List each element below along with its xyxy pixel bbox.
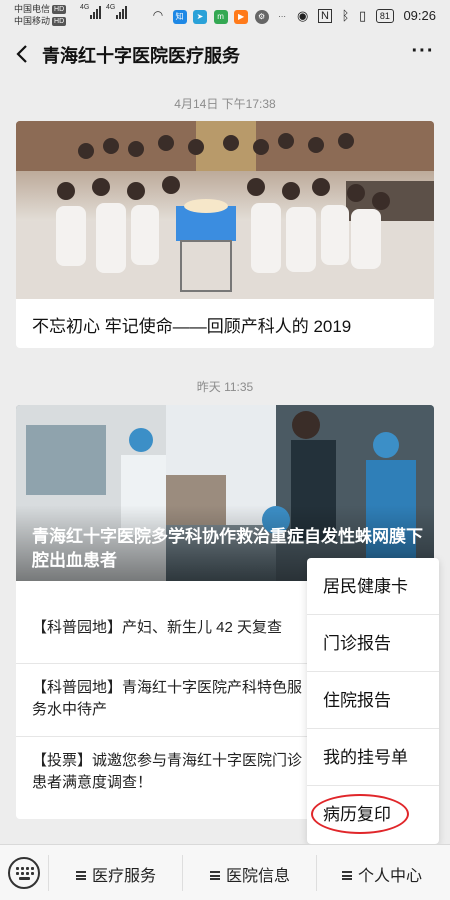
menu-item-health-card[interactable]: 居民健康卡 [307,558,439,615]
page-title: 青海红十字医院医疗服务 [42,46,240,66]
menu-item-inpatient-report[interactable]: 住院报告 [307,672,439,729]
menu-hospital-info[interactable]: 医院信息 [210,862,290,886]
carrier-1: 中国电信 [14,4,51,14]
article-card[interactable]: 不忘初心 牢记使命——回顾产科人的 2019 [16,121,434,348]
zhihu-icon: 知 [172,10,187,24]
vibrate-icon: ▯ [359,7,367,23]
notification-icons: ◠ 知 ➤ m ▶ ⚙ ··· [150,8,293,24]
carrier-2: 中国移动 [14,16,51,26]
menu-item-record-copy[interactable]: 病历复印 [307,786,439,843]
menu-personal-center[interactable]: 个人中心 [342,862,422,886]
list-item[interactable]: 【科普园地】青海红十字医院产科特色服务水中待产 [32,677,302,721]
eye-icon: ◉ [297,7,309,23]
keyboard-toggle-icon[interactable] [8,857,40,889]
back-button[interactable] [10,40,38,68]
submenu-popup: 居民健康卡 门诊报告 住院报告 我的挂号单 病历复印 [307,558,439,844]
carrier-info: 中国电信 HD 中国移动 HD [14,3,67,27]
message-timestamp: 昨天 11:35 [196,380,254,394]
list-item[interactable]: 【投票】诚邀您参与青海红十字医院门诊患者满意度调查！ [32,750,302,794]
status-bar: 中国电信 HD 中国移动 HD 4G 4G ◠ 知 ➤ m ▶ ⚙ ··· ◉ N … [0,0,450,30]
highlight-circle [311,794,409,834]
menu-item-outpatient-report[interactable]: 门诊报告 [307,615,439,672]
hd-badge: HD [52,17,67,26]
bluetooth-icon: ᛒ [341,8,350,24]
group-photo [16,121,434,299]
hd-badge: HD [52,5,67,14]
dots-icon: ··· [278,12,287,21]
signal-icon: 4G [80,4,102,19]
article-title[interactable]: 不忘初心 牢记使命——回顾产科人的 2019 [32,312,351,337]
menu-icon [342,871,352,880]
list-item[interactable]: 【科普园地】产妇、新生儿 42 天复查 [32,617,302,639]
nav-bar: 青海红十字医院医疗服务 ··· [0,30,450,78]
more-button[interactable]: ··· [408,38,438,68]
bottom-menu: 医疗服务 医院信息 个人中心 [0,844,450,900]
menu-icon [210,871,220,880]
video-icon: ▶ [234,10,249,24]
chevron-left-icon [16,45,27,63]
menu-medical-services[interactable]: 医疗服务 [76,862,156,886]
settings-icon: ⚙ [254,10,269,24]
menu-icon [76,871,86,880]
battery-icon: 81 [375,8,394,23]
clock: 09:26 [403,8,436,24]
message-timestamp: 4月14日 下午17:38 [174,97,276,111]
cover-photo[interactable]: 青海红十字医院多学科协作救治重症自发性蛛网膜下腔出血患者 [16,405,434,581]
app-icon: m [213,10,228,24]
menu-item-my-registrations[interactable]: 我的挂号单 [307,729,439,786]
wifi-icon: ◠ [152,8,164,22]
signal-icon: 4G [106,4,128,19]
telegram-icon: ➤ [193,10,208,24]
nfc-icon: N [318,8,332,23]
